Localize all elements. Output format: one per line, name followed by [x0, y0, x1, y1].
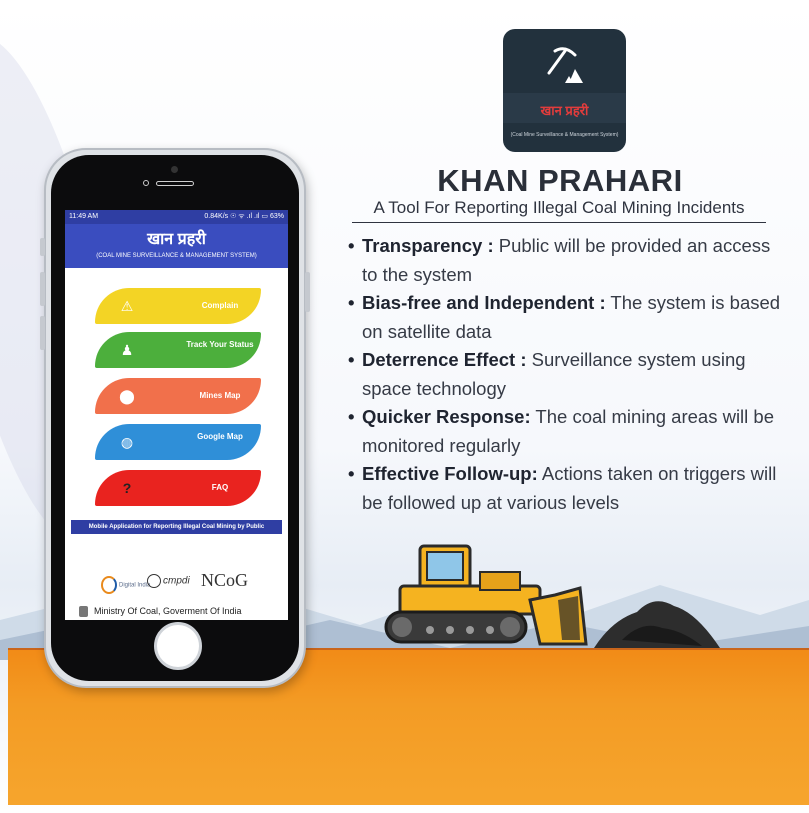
feature-label: Quicker Response:: [362, 406, 531, 427]
menu-label: FAQ: [211, 483, 229, 492]
phone-screen: 11:49 AM 0.84K/s ☉ ᯤ .ıl .ıl ▭ 63% खान प…: [65, 210, 288, 620]
phone-home-button[interactable]: [154, 622, 202, 670]
feature-item: Transparency : Public will be provided a…: [348, 232, 788, 289]
status-info: 0.84K/s ☉ ᯤ .ıl .ıl ▭ 63%: [204, 213, 284, 220]
logo-subtitle: (Coal Mine Surveillance & Management Sys…: [510, 132, 619, 138]
national-emblem-icon: [79, 606, 88, 618]
feature-item: Bias-free and Independent : The system i…: [348, 289, 788, 346]
bulldozer-illustration: [384, 544, 588, 646]
ministry-line: Ministry Of Coal, Goverment Of India: [79, 606, 288, 618]
status-time: 11:49 AM: [69, 213, 99, 220]
app-footer-banner: Mobile Application for Reporting Illegal…: [71, 520, 282, 534]
menu-label: Mines Map: [199, 391, 241, 400]
logo-title: खान प्रहरी: [540, 103, 589, 118]
cmpdi-logo: cmpdi: [147, 574, 190, 588]
app-subtitle: (COAL MINE SURVEILLANCE & MANAGEMENT SYS…: [96, 253, 257, 259]
feature-list: Transparency : Public will be provided a…: [348, 232, 788, 517]
coal-pile-illustration: [594, 601, 720, 648]
feature-label: Effective Follow-up:: [362, 463, 538, 484]
page-title: KHAN PRAHARI: [437, 163, 683, 198]
menu-label: Complain: [201, 301, 239, 310]
map-pin-icon: ⬤: [119, 388, 135, 404]
feature-item: Effective Follow-up: Actions taken on tr…: [348, 460, 788, 517]
track-status-button[interactable]: ♟ Track Your Status: [95, 332, 261, 368]
phone-side-button: [40, 272, 45, 306]
partner-logos: Digital India cmpdi NCoG: [101, 570, 261, 600]
pickaxe-coal-icon: [547, 47, 583, 83]
phone-side-button: [40, 238, 45, 256]
question-icon: ?: [122, 480, 132, 496]
complain-button[interactable]: ⚠ Complain: [95, 288, 261, 324]
google-map-button[interactable]: ◍ Google Map: [95, 424, 261, 460]
globe-icon: ◍: [120, 434, 134, 450]
feature-label: Deterrence Effect :: [362, 349, 527, 370]
phone-sensor: [171, 166, 178, 173]
phone-side-button: [305, 272, 310, 312]
page-subtitle: A Tool For Reporting Illegal Coal Mining…: [352, 198, 766, 223]
phone-side-button: [40, 316, 45, 350]
app-logo: खान प्रहरी (Coal Mine Surveillance & Man…: [503, 29, 626, 152]
feature-item: Quicker Response: The coal mining areas …: [348, 403, 788, 460]
app-title: खान प्रहरी: [147, 231, 206, 248]
status-bar: 11:49 AM 0.84K/s ☉ ᯤ .ıl .ıl ▭ 63%: [65, 210, 288, 224]
feature-label: Transparency :: [362, 235, 494, 256]
phone-speaker: [156, 181, 194, 186]
mines-map-button[interactable]: ⬤ Mines Map: [95, 378, 261, 414]
app-header: खान प्रहरी (COAL MINE SURVEILLANCE & MAN…: [65, 224, 288, 268]
menu-label: Track Your Status: [186, 340, 254, 349]
menu-label: Google Map: [197, 432, 243, 441]
ministry-text: Ministry Of Coal, Goverment Of India: [94, 606, 242, 616]
person-at-desk-icon: ♟: [120, 342, 134, 358]
phone-camera: [143, 180, 149, 186]
warning-icon: ⚠: [120, 298, 134, 314]
faq-button[interactable]: ? FAQ: [95, 470, 261, 506]
ncog-logo: NCoG: [201, 570, 249, 590]
feature-item: Deterrence Effect : Surveillance system …: [348, 346, 788, 403]
feature-label: Bias-free and Independent :: [362, 292, 606, 313]
digital-india-logo: Digital India: [101, 576, 150, 594]
